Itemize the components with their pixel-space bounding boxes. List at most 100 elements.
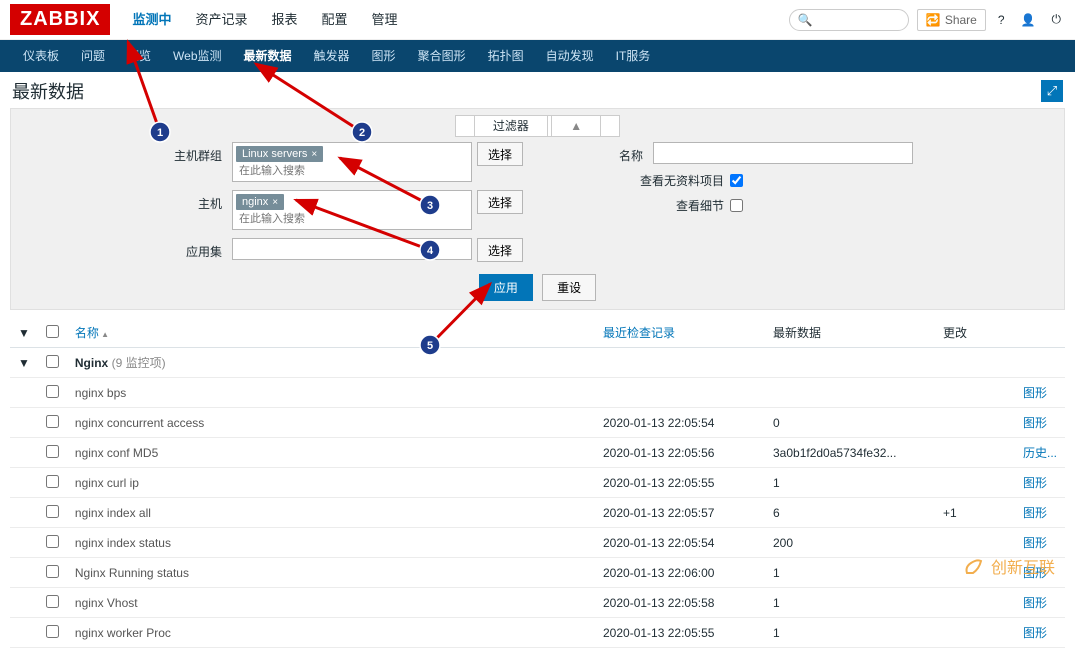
row-checkbox[interactable] bbox=[46, 385, 59, 398]
group-collapse-toggle[interactable]: ▼ bbox=[10, 348, 38, 378]
item-change bbox=[935, 378, 1015, 408]
table-row: nginx index status 2020-01-13 22:05:54 2… bbox=[10, 528, 1065, 558]
item-change bbox=[935, 528, 1015, 558]
row-checkbox[interactable] bbox=[46, 415, 59, 428]
hostgroup-input[interactable]: Linux servers× bbox=[232, 142, 472, 182]
host-tag[interactable]: nginx× bbox=[236, 194, 284, 210]
top-nav-links: 监测中资产记录报表配置管理 bbox=[120, 0, 409, 40]
hostgroup-search-input[interactable] bbox=[235, 163, 469, 179]
sub-nav: 仪表板问题概览Web监测最新数据触发器图形聚合图形拓扑图自动发现IT服务 bbox=[0, 40, 1075, 72]
filter-toggle[interactable]: 过滤器 ▲ bbox=[23, 117, 1052, 134]
host-select-button[interactable]: 选择 bbox=[477, 190, 523, 214]
item-lastcheck: 2020-01-13 22:05:54 bbox=[595, 408, 765, 438]
item-lastdata: 6 bbox=[765, 498, 935, 528]
hostgroup-select-button[interactable]: 选择 bbox=[477, 142, 523, 166]
table-row: nginx curl ip 2020-01-13 22:05:55 1 图形 bbox=[10, 468, 1065, 498]
row-checkbox[interactable] bbox=[46, 505, 59, 518]
global-search-input[interactable]: 🔍 bbox=[789, 9, 909, 31]
table-row: nginx index all 2020-01-13 22:05:57 6 +1… bbox=[10, 498, 1065, 528]
apply-button[interactable]: 应用 bbox=[479, 274, 533, 301]
hostgroup-label: 主机群组 bbox=[162, 142, 232, 164]
sub-nav-item[interactable]: 拓扑图 bbox=[477, 40, 535, 72]
col-lastcheck-header[interactable]: 最近检查记录 bbox=[603, 326, 675, 340]
item-action-link[interactable]: 图形 bbox=[1023, 386, 1047, 400]
item-change: +1 bbox=[935, 498, 1015, 528]
group-name: Nginx bbox=[75, 356, 108, 370]
sub-nav-item[interactable]: 问题 bbox=[70, 40, 116, 72]
item-action-link[interactable]: 图形 bbox=[1023, 506, 1047, 520]
item-lastcheck: 2020-01-13 22:05:55 bbox=[595, 468, 765, 498]
sub-nav-item[interactable]: 仪表板 bbox=[12, 40, 70, 72]
host-label: 主机 bbox=[162, 190, 232, 212]
share-icon: 🔁 bbox=[926, 13, 941, 27]
top-nav-item[interactable]: 配置 bbox=[310, 0, 360, 40]
help-icon[interactable]: ? bbox=[994, 9, 1009, 31]
top-nav-item[interactable]: 管理 bbox=[360, 0, 410, 40]
sub-nav-item[interactable]: 触发器 bbox=[303, 40, 361, 72]
sub-nav-item[interactable]: IT服务 bbox=[605, 40, 662, 72]
item-action-link[interactable]: 历史... bbox=[1023, 446, 1057, 460]
item-name: nginx index status bbox=[67, 528, 595, 558]
top-nav-item[interactable]: 报表 bbox=[259, 0, 309, 40]
top-nav-item[interactable]: 监测中 bbox=[120, 0, 183, 40]
item-name: nginx Vhost bbox=[67, 588, 595, 618]
col-lastdata-header: 最新数据 bbox=[773, 326, 821, 340]
watermark: 创新互联 bbox=[963, 554, 1055, 578]
item-action-link[interactable]: 图形 bbox=[1023, 596, 1047, 610]
item-action-link[interactable]: 图形 bbox=[1023, 626, 1047, 640]
row-checkbox[interactable] bbox=[46, 625, 59, 638]
table-row: nginx concurrent access 2020-01-13 22:05… bbox=[10, 408, 1065, 438]
sub-nav-item[interactable]: 聚合图形 bbox=[407, 40, 477, 72]
sub-nav-item[interactable]: 图形 bbox=[361, 40, 407, 72]
user-icon[interactable]: 👤 bbox=[1017, 9, 1040, 31]
row-checkbox[interactable] bbox=[46, 595, 59, 608]
application-input[interactable] bbox=[232, 238, 472, 260]
fullscreen-button[interactable]: ⤢ bbox=[1041, 80, 1063, 102]
table-row: Nginx Running status 2020-01-13 22:06:00… bbox=[10, 558, 1065, 588]
host-input[interactable]: nginx× bbox=[232, 190, 472, 230]
page-title: 最新数据 bbox=[12, 78, 84, 104]
group-checkbox[interactable] bbox=[46, 355, 59, 368]
item-action-link[interactable]: 图形 bbox=[1023, 416, 1047, 430]
item-action-link[interactable]: 图形 bbox=[1023, 476, 1047, 490]
item-change bbox=[935, 408, 1015, 438]
application-select-button[interactable]: 选择 bbox=[477, 238, 523, 262]
sub-nav-item[interactable]: 概览 bbox=[116, 40, 162, 72]
name-input[interactable] bbox=[653, 142, 913, 164]
search-icon: 🔍 bbox=[798, 13, 813, 27]
host-search-input[interactable] bbox=[235, 211, 469, 227]
row-checkbox[interactable] bbox=[46, 475, 59, 488]
show-details-label: 查看细节 bbox=[676, 197, 724, 214]
item-name: nginx conf MD5 bbox=[67, 438, 595, 468]
select-all-checkbox[interactable] bbox=[46, 325, 59, 338]
sub-nav-item[interactable]: 最新数据 bbox=[233, 40, 303, 72]
logo: ZABBIX bbox=[10, 4, 110, 35]
hostgroup-tag[interactable]: Linux servers× bbox=[236, 146, 323, 162]
close-icon[interactable]: × bbox=[272, 197, 278, 208]
item-change bbox=[935, 438, 1015, 468]
row-checkbox[interactable] bbox=[46, 535, 59, 548]
show-empty-checkbox[interactable] bbox=[730, 174, 743, 187]
share-label: Share bbox=[945, 13, 977, 27]
item-name: Nginx Running status bbox=[67, 558, 595, 588]
show-details-checkbox[interactable] bbox=[730, 199, 743, 212]
row-checkbox[interactable] bbox=[46, 445, 59, 458]
select-all-checkbox-cell[interactable] bbox=[38, 318, 67, 348]
top-nav: ZABBIX 监测中资产记录报表配置管理 🔍 🔁 Share ? 👤 ⏻ bbox=[0, 0, 1075, 40]
logout-icon[interactable]: ⏻ bbox=[1048, 8, 1066, 31]
item-name: nginx concurrent access bbox=[67, 408, 595, 438]
top-nav-item[interactable]: 资产记录 bbox=[183, 0, 259, 40]
item-action-link[interactable]: 图形 bbox=[1023, 536, 1047, 550]
reset-button[interactable]: 重设 bbox=[542, 274, 596, 301]
sub-nav-item[interactable]: 自动发现 bbox=[535, 40, 605, 72]
close-icon[interactable]: × bbox=[311, 149, 317, 160]
row-checkbox[interactable] bbox=[46, 565, 59, 578]
share-button[interactable]: 🔁 Share bbox=[917, 9, 986, 31]
col-name-header[interactable]: 名称 bbox=[75, 326, 109, 340]
item-lastcheck: 2020-01-13 22:05:58 bbox=[595, 588, 765, 618]
expand-all-toggle[interactable]: ▼ bbox=[10, 318, 38, 348]
item-lastdata bbox=[765, 378, 935, 408]
item-name: nginx worker Proc bbox=[67, 618, 595, 648]
sub-nav-item[interactable]: Web监测 bbox=[162, 40, 232, 72]
item-lastdata: 200 bbox=[765, 528, 935, 558]
